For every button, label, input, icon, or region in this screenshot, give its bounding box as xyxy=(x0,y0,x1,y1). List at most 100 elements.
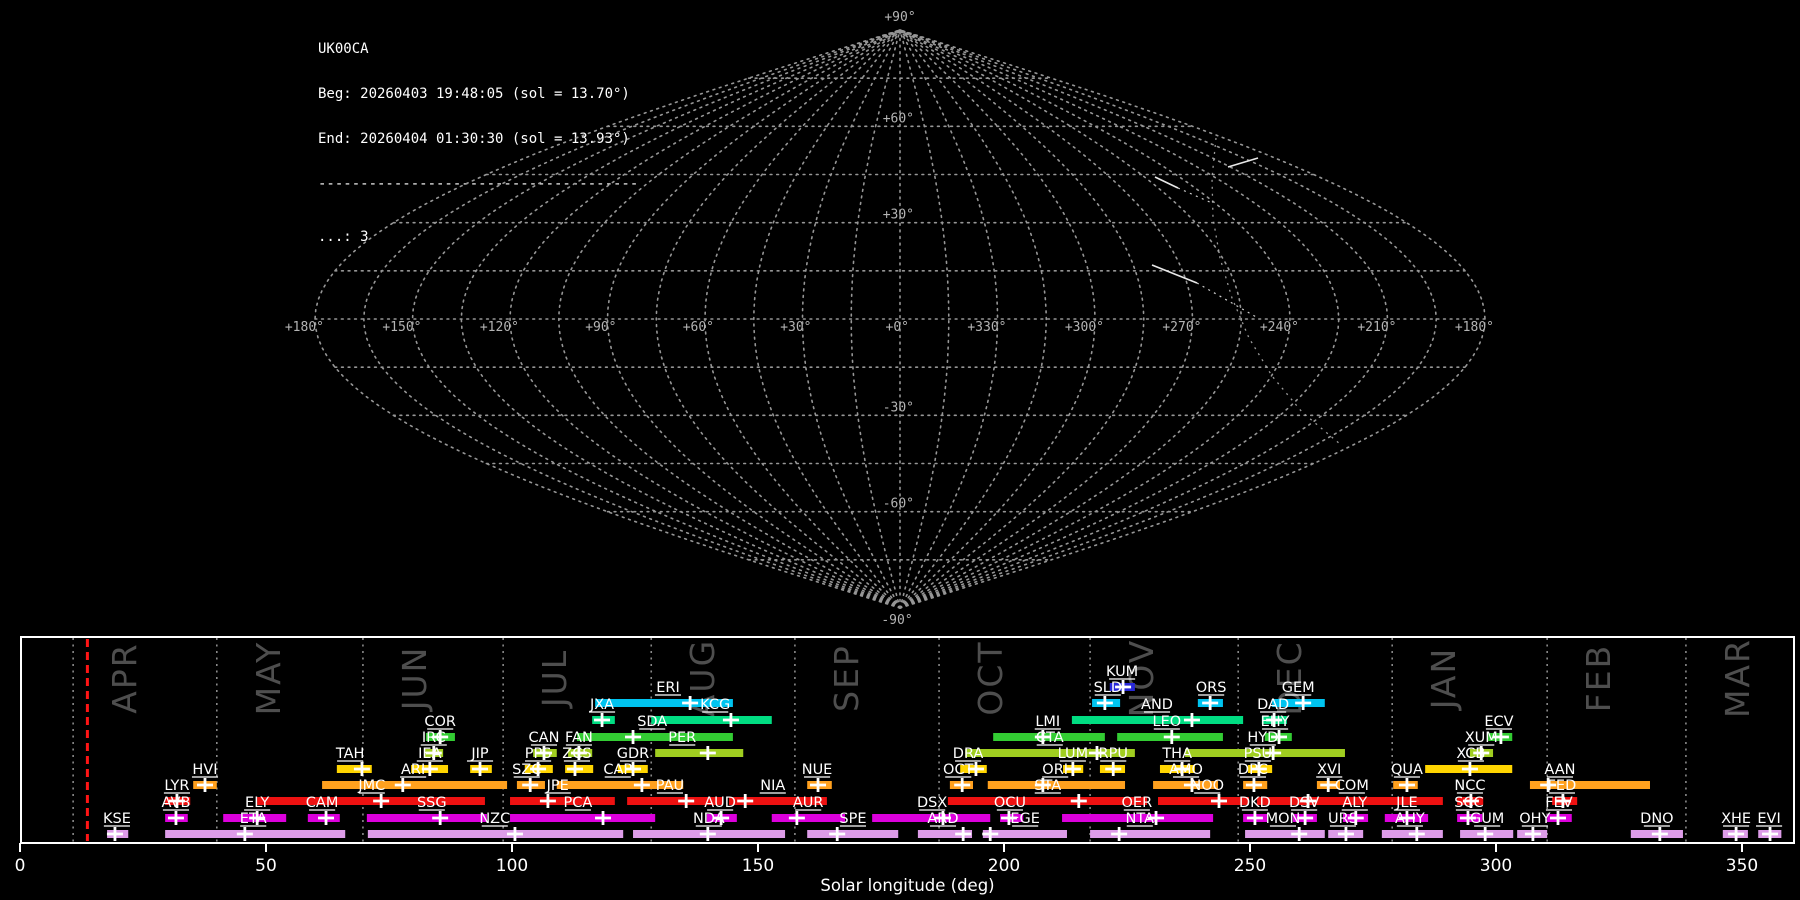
shower-bar xyxy=(510,797,615,805)
shower-code-label: CAM xyxy=(306,795,339,811)
equator-longitude-label: +210° xyxy=(1357,320,1396,335)
shower-code-label: OER xyxy=(1122,795,1153,811)
shower-code-label: ARI xyxy=(401,762,425,778)
shower-bar xyxy=(651,716,772,724)
equator-longitude-label: +180° xyxy=(1455,320,1494,335)
shower-code-label: AAN xyxy=(1544,762,1575,778)
shower-bar xyxy=(1090,830,1210,838)
plot-canvas: +90°-90°+180°+150°+120°+90°+60°+30°+0°+3… xyxy=(0,0,1800,900)
shower-code-label: SDA xyxy=(637,714,667,730)
shower-code-label: COR xyxy=(424,714,456,730)
shower-bar xyxy=(510,814,655,822)
shower-code-label: CAN xyxy=(529,730,560,746)
meteor-trail xyxy=(1152,265,1197,283)
shower-code-label: XUM xyxy=(1465,730,1498,746)
shower-code-label: ALY xyxy=(1342,795,1367,811)
shower-code-label: ECV xyxy=(1484,714,1513,730)
equator-longitude-label: +120° xyxy=(480,320,519,335)
pole-label-south: -90° xyxy=(881,613,912,628)
equator-longitude-label: +150° xyxy=(382,320,421,335)
shower-code-label: LEO xyxy=(1153,714,1182,730)
equator-longitude-label: +300° xyxy=(1065,320,1104,335)
shower-bar xyxy=(367,814,487,822)
month-label: MAR xyxy=(1718,638,1757,718)
equator-longitude-label: +180° xyxy=(285,320,324,335)
shower-bar xyxy=(948,797,1147,805)
month-label: FEB xyxy=(1579,644,1618,712)
shower-bar xyxy=(772,814,845,822)
month-label: JUL xyxy=(535,649,574,709)
latitude-label: -60° xyxy=(883,497,914,512)
shower-code-label: MON xyxy=(1266,811,1301,827)
shower-code-label: EVI xyxy=(1757,811,1780,827)
latitude-label: +30° xyxy=(883,208,914,223)
shower-code-label: NCC xyxy=(1454,778,1485,794)
shower-code-label: JLE xyxy=(1395,795,1418,811)
x-axis-tick-label: 50 xyxy=(255,856,277,876)
shower-bar xyxy=(1158,797,1249,805)
shower-code-label: SPE xyxy=(839,811,866,827)
shower-code-label: HVI xyxy=(192,762,217,778)
shower-bar xyxy=(257,797,485,805)
shower-code-label: ERI xyxy=(656,680,680,696)
shower-code-label: NUE xyxy=(802,762,833,778)
shower-code-label: JMC xyxy=(357,778,385,794)
shower-code-label: AUR xyxy=(793,795,824,811)
x-axis-tick-label: 100 xyxy=(496,856,528,876)
shower-bar xyxy=(322,781,507,789)
shower-code-label: PCA xyxy=(564,795,593,811)
month-label: MAY xyxy=(249,641,288,716)
equator-longitude-label: +0° xyxy=(886,320,909,335)
shower-code-label: DRA xyxy=(953,746,984,762)
shower-code-label: FAN xyxy=(565,730,593,746)
equator-longitude-label: +60° xyxy=(683,320,714,335)
shower-code-label: KUM xyxy=(1106,664,1138,680)
meteor-trail xyxy=(1155,177,1178,188)
shower-code-label: JIP xyxy=(470,746,489,762)
shower-code-label: XHE xyxy=(1721,811,1751,827)
shower-code-label: PAU xyxy=(656,778,684,794)
shower-code-label: DNO xyxy=(1640,811,1673,827)
shower-code-label: LYR xyxy=(164,778,189,794)
equator-longitude-label: +330° xyxy=(967,320,1006,335)
shower-bar xyxy=(807,830,898,838)
month-label: OCT xyxy=(971,640,1010,715)
shower-code-label: DKD xyxy=(1239,795,1271,811)
shower-code-label: OHY xyxy=(1519,811,1550,827)
shower-code-label: FEV xyxy=(1545,795,1573,811)
equator-longitude-label: +30° xyxy=(780,320,811,335)
shower-code-label: DSX xyxy=(917,795,947,811)
latitude-label: +60° xyxy=(883,111,914,126)
shower-bar xyxy=(655,749,743,757)
x-axis-tick-label: 250 xyxy=(1234,856,1266,876)
x-axis-title: Solar longitude (deg) xyxy=(820,876,994,895)
shower-code-label: ORI xyxy=(1042,762,1068,778)
shower-code-label: DSV xyxy=(1289,795,1319,811)
shower-code-label: THA xyxy=(1161,746,1192,762)
equator-longitude-label: +270° xyxy=(1162,320,1201,335)
shower-code-label: OCU xyxy=(994,795,1026,811)
shower-code-label: COM xyxy=(1335,778,1369,794)
shower-code-label: SSG xyxy=(417,795,447,811)
shower-code-label: AND xyxy=(1141,697,1173,713)
shower-bar xyxy=(165,830,345,838)
shower-code-label: KCG xyxy=(700,697,730,713)
shower-code-label: AUD xyxy=(704,795,736,811)
shower-code-label: GEM xyxy=(1282,680,1315,696)
shower-code-label: GDR xyxy=(617,746,649,762)
month-label: SEP xyxy=(827,644,866,712)
shower-code-label: DAD xyxy=(1257,697,1289,713)
x-axis-tick-label: 150 xyxy=(742,856,774,876)
shower-code-label: TAH xyxy=(335,746,365,762)
shower-code-label: LMI xyxy=(1035,714,1060,730)
x-axis-tick-label: 350 xyxy=(1726,856,1758,876)
x-axis-tick-label: 0 xyxy=(15,856,26,876)
shower-code-label: ELY xyxy=(245,795,269,811)
pole-label-north: +90° xyxy=(884,10,915,25)
ecliptic-track xyxy=(1212,138,1340,444)
shower-code-label: XVI xyxy=(1317,762,1341,778)
x-axis-tick-label: 200 xyxy=(988,856,1020,876)
meteor-trail-extension xyxy=(1197,283,1258,318)
shower-code-label: ORS xyxy=(1196,680,1227,696)
equator-longitude-label: +240° xyxy=(1260,320,1299,335)
